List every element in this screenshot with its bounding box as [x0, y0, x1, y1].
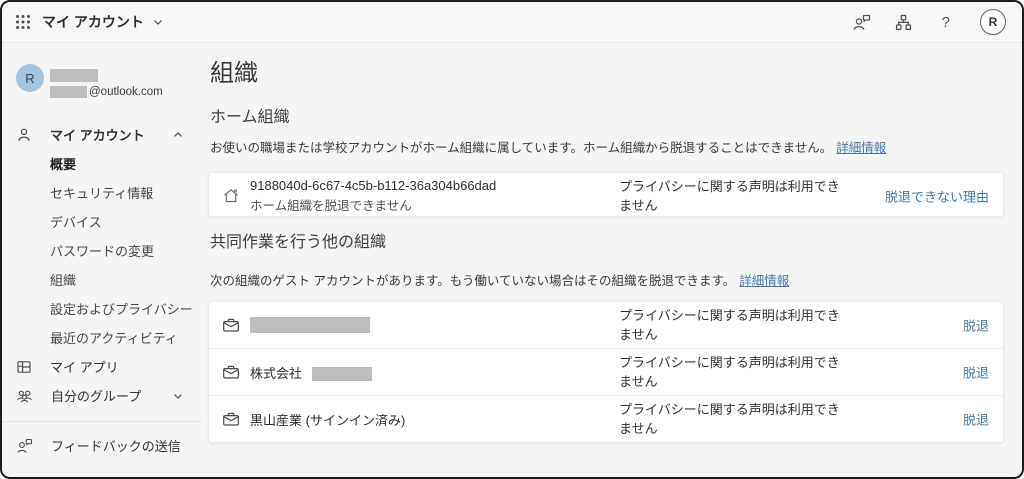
home-org-row: 9188040d-6c67-4c5b-b112-36a304b66dad ホーム… [209, 173, 1003, 218]
sidebar-item-security-info[interactable]: セキュリティ情報 [2, 178, 202, 207]
privacy-statement-note: プライバシーに関する声明は利用できません [619, 353, 845, 391]
org-row: プライバシーに関する声明は利用できません 脱退 [209, 302, 1003, 348]
app-title-label: マイ アカウント [42, 12, 144, 32]
sidebar-item-label: フィードバックの送信 [51, 436, 181, 455]
person-feedback-icon [852, 14, 871, 31]
briefcase-icon [222, 317, 240, 333]
send-feedback-button[interactable] [852, 14, 871, 31]
sidebar-item-label: デバイス [50, 212, 102, 231]
home-org-id: 9188040d-6c67-4c5b-b112-36a304b66dad [250, 178, 496, 193]
sidebar-item-recent-activity[interactable]: 最近のアクティビティ [2, 323, 202, 352]
other-orgs-heading: 共同作業を行う他の組織 [210, 228, 386, 252]
privacy-statement-note: プライバシーに関する声明は利用できません [619, 177, 845, 215]
account-avatar[interactable]: R [980, 9, 1006, 35]
sidebar-item-label: マイ アカウント [50, 125, 145, 144]
redacted-org-name [250, 317, 370, 333]
other-orgs-description: 次の組織のゲスト アカウントがあります。もう働いていない場合はその組織を脱退でき… [210, 270, 789, 289]
other-orgs-details-link[interactable]: 詳細情報 [739, 274, 789, 288]
user-email-suffix: @outlook.com [89, 86, 163, 98]
org-chart-icon [895, 14, 912, 31]
help-button[interactable]: ? [936, 13, 956, 32]
my-account-window: マイ アカウント [0, 0, 1024, 479]
sidebar-item-my-apps[interactable]: マイ アプリ [2, 352, 202, 381]
sidebar-item-label: 自分のグループ [51, 386, 141, 405]
sidebar-item-label: セキュリティ情報 [50, 183, 153, 202]
sidebar-divider [2, 421, 202, 422]
org-row: 株式会社 プライバシーに関する声明は利用できません 脱退 [209, 348, 1003, 395]
sidebar-item-label: 設定およびプライバシー [50, 299, 193, 318]
organization-button[interactable] [895, 14, 912, 31]
leave-org-link[interactable]: 脱退 [963, 316, 989, 335]
sidebar-item-label: パスワードの変更 [50, 241, 154, 260]
home-org-card: 9188040d-6c67-4c5b-b112-36a304b66dad ホーム… [208, 172, 1004, 217]
redacted-org-name [312, 367, 372, 381]
topbar-actions: ? R [852, 9, 1022, 35]
apps-icon [16, 359, 32, 375]
sidebar-item-settings-privacy[interactable]: 設定およびプライバシー [2, 294, 202, 323]
page-title: 組織 [210, 53, 258, 88]
briefcase-icon [222, 411, 240, 427]
sidebar-item-send-feedback[interactable]: フィードバックの送信 [2, 431, 202, 460]
sidebar-item-my-groups[interactable]: 自分のグループ [2, 381, 202, 410]
briefcase-icon [222, 364, 240, 380]
waffle-icon [15, 14, 31, 30]
org-name: 黒山産業 (サインイン済み) [250, 413, 405, 428]
other-orgs-list: プライバシーに関する声明は利用できません 脱退 株式会社 [208, 301, 1004, 443]
privacy-statement-note: プライバシーに関する声明は利用できません [619, 400, 845, 438]
home-org-heading: ホーム組織 [210, 103, 290, 127]
org-row: 黒山産業 (サインイン済み) プライバシーに関する声明は利用できません 脱退 [209, 395, 1003, 442]
home-org-note: ホーム組織を脱退できません [250, 195, 496, 214]
chevron-down-icon [172, 390, 202, 402]
app-title-dropdown[interactable]: マイ アカウント [42, 12, 164, 32]
feedback-icon [16, 438, 33, 454]
cannot-leave-reason-link[interactable]: 脱退できない理由 [885, 186, 989, 205]
privacy-statement-note: プライバシーに関する声明は利用できません [619, 306, 845, 344]
sidebar-item-label: 最近のアクティビティ [50, 328, 178, 347]
home-org-description: お使いの職場または学校アカウントがホーム組織に属しています。ホーム組織から脱退す… [210, 137, 886, 156]
home-org-description-text: お使いの職場または学校アカウントがホーム組織に属しています。ホーム組織から脱退す… [210, 141, 832, 155]
leave-org-link[interactable]: 脱退 [963, 410, 989, 429]
person-icon [16, 127, 32, 143]
redacted-email-prefix [50, 86, 87, 98]
sidebar-item-devices[interactable]: デバイス [2, 207, 202, 236]
org-name: 株式会社 [250, 366, 302, 381]
user-info: R @outlook.com [16, 64, 163, 98]
chevron-up-icon [172, 129, 202, 141]
app-launcher-button[interactable] [6, 2, 40, 42]
sidebar-item-organizations[interactable]: 組織 [2, 265, 202, 294]
sidebar-item-label: マイ アプリ [50, 357, 119, 376]
sidebar-item-my-account[interactable]: マイ アカウント [2, 120, 202, 149]
sidebar-item-label: 概要 [50, 154, 76, 173]
redacted-user-name [50, 69, 98, 82]
leave-org-link[interactable]: 脱退 [963, 363, 989, 382]
home-org-details-link[interactable]: 詳細情報 [836, 141, 886, 155]
chevron-down-icon [152, 16, 164, 28]
top-bar: マイ アカウント [2, 2, 1022, 43]
user-avatar: R [16, 64, 44, 92]
other-orgs-description-text: 次の組織のゲスト アカウントがあります。もう働いていない場合はその組織を脱退でき… [210, 274, 735, 288]
sidebar: R @outlook.com マイ アカウント [2, 43, 202, 477]
sidebar-nav: マイ アカウント 概要 セキュリティ情報 デバイス パスワードの変更 組織 [2, 120, 202, 460]
sidebar-item-label: 組織 [50, 270, 76, 289]
sidebar-item-overview[interactable]: 概要 [2, 149, 202, 178]
sidebar-item-change-password[interactable]: パスワードの変更 [2, 236, 202, 265]
people-icon [16, 388, 33, 404]
home-icon [222, 187, 240, 204]
